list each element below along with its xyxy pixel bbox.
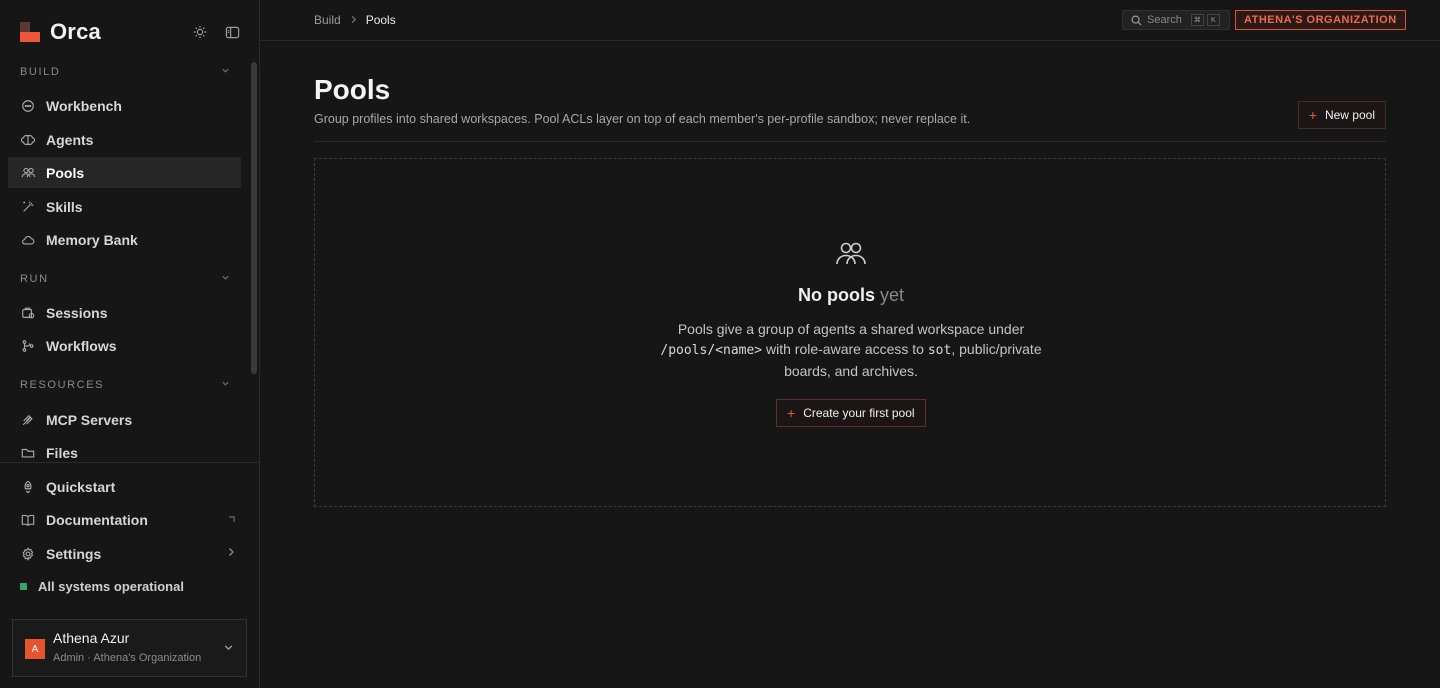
sun-icon[interactable] (190, 22, 210, 42)
sidebar-item-label: MCP Servers (46, 411, 133, 428)
app-name: Orca (50, 19, 101, 44)
section-run[interactable]: RUN (20, 269, 230, 289)
sidebar-item-workflows[interactable]: Workflows (8, 330, 241, 361)
user-name: Athena Azur (53, 630, 130, 646)
new-pool-label: New pool (1324, 108, 1375, 122)
empty-desc-part1: Pools give a group of agents a shared wo… (677, 321, 1025, 337)
breadcrumb-current: Pools (365, 13, 396, 27)
user-menu[interactable]: A Athena Azur Admin · Athena's Organizat… (12, 619, 247, 677)
sidebar-item-label: Files (46, 444, 78, 461)
section-run-label: RUN (20, 273, 49, 285)
session-icon (20, 305, 36, 321)
sidebar-item-agents[interactable]: Agents (8, 124, 241, 155)
search-label: Search (1147, 14, 1182, 26)
sidebar-item-label: Sessions (46, 304, 108, 321)
new-pool-button[interactable]: + New pool (1297, 101, 1386, 129)
plug-icon (20, 412, 36, 428)
sidebar-item-pools[interactable]: Pools (8, 157, 241, 188)
section-build[interactable]: BUILD (20, 62, 230, 82)
gear-icon (20, 546, 36, 562)
sidebar-item-label: Workflows (46, 337, 117, 354)
create-first-pool-label: Create your first pool (803, 406, 915, 420)
sidebar-item-label: Agents (46, 131, 94, 148)
topbar: Build Pools Search ⌘ K ATHENA'S ORGANIZA… (260, 0, 1440, 41)
empty-title-strong: No pools (797, 285, 875, 305)
search-icon (1131, 15, 1142, 26)
rocket-icon (20, 479, 36, 495)
brain-icon (20, 132, 36, 148)
empty-title-muted: yet (880, 285, 905, 305)
sidebar-bottom: Quickstart Documentation Settings All sy… (0, 462, 260, 688)
sidebar-item-mcp-servers[interactable]: MCP Servers (8, 404, 241, 435)
sidebar-item-settings[interactable]: Settings (8, 538, 241, 569)
sidebar-item-quickstart[interactable]: Quickstart (8, 471, 241, 502)
sidebar-item-label: Workbench (46, 97, 122, 114)
status-text: All systems operational (38, 579, 184, 594)
sidebar-item-sessions[interactable]: Sessions (8, 297, 241, 328)
workflow-icon (20, 338, 36, 354)
empty-state-description: Pools give a group of agents a shared wo… (641, 319, 1061, 381)
empty-state-title: No pools yet (315, 285, 1387, 306)
user-role-org: Admin · Athena's Organization (53, 652, 202, 664)
magic-wand-icon (20, 199, 36, 215)
folder-icon (20, 445, 36, 461)
empty-state: No pools yet Pools give a group of agent… (314, 158, 1386, 507)
kbd-cmd: ⌘ (1190, 14, 1204, 26)
chevron-down-icon (221, 379, 230, 391)
cloud-icon (20, 232, 36, 248)
section-resources-label: RESOURCES (20, 379, 105, 391)
sidebar-toggle-icon[interactable] (222, 22, 242, 42)
avatar: A (25, 639, 45, 659)
sidebar-nav[interactable]: BUILD Workbench Agents Pools Skills Memo… (0, 56, 260, 462)
sidebar-item-documentation[interactable]: Documentation (8, 504, 241, 535)
breadcrumb: Build Pools (314, 13, 396, 27)
users-icon (835, 241, 867, 272)
search-button[interactable]: Search ⌘ K (1122, 10, 1230, 30)
sidebar-item-label: Documentation (46, 511, 148, 528)
external-link-icon (228, 514, 235, 526)
sidebar-top-actions (190, 22, 242, 42)
sidebar-item-label: Memory Bank (46, 231, 138, 248)
empty-desc-code-sot: sot (927, 343, 952, 358)
sidebar: Orca BUILD Workbench Agents Pools Skills… (0, 0, 260, 688)
chevron-right-icon (350, 13, 357, 27)
chevron-down-icon (221, 66, 230, 78)
divider (314, 141, 1386, 142)
sidebar-scrollbar[interactable] (251, 62, 257, 374)
sidebar-item-memory-bank[interactable]: Memory Bank (8, 224, 241, 255)
sidebar-item-workbench[interactable]: Workbench (8, 90, 241, 121)
empty-desc-code-path: /pools/<name> (660, 343, 763, 358)
page-description: Group profiles into shared workspaces. P… (314, 112, 971, 126)
section-resources[interactable]: RESOURCES (20, 375, 230, 395)
system-status[interactable]: All systems operational (20, 579, 184, 594)
kbd-k: K (1206, 14, 1220, 26)
users-icon (20, 165, 36, 181)
empty-desc-part2: with role-aware access to (766, 341, 924, 357)
section-build-label: BUILD (20, 66, 61, 78)
sidebar-item-files[interactable]: Files (8, 437, 241, 462)
create-first-pool-button[interactable]: + Create your first pool (776, 399, 926, 427)
brand[interactable]: Orca (20, 19, 101, 44)
chevron-right-icon (227, 547, 235, 560)
chevron-down-icon (221, 273, 230, 285)
sidebar-item-label: Settings (46, 545, 102, 562)
plus-icon: + (1308, 107, 1317, 123)
status-dot-icon (20, 583, 27, 590)
sidebar-item-label: Pools (46, 164, 85, 181)
org-badge[interactable]: ATHENA'S ORGANIZATION (1235, 10, 1406, 30)
page-title: Pools (314, 74, 391, 105)
sidebar-item-label: Skills (46, 198, 83, 215)
sidebar-item-skills[interactable]: Skills (8, 191, 241, 222)
breadcrumb-build[interactable]: Build (314, 13, 341, 27)
chevron-down-icon (223, 640, 234, 658)
plus-icon: + (787, 405, 796, 421)
orca-logo-icon (20, 22, 40, 42)
book-icon (20, 512, 36, 528)
sidebar-item-label: Quickstart (46, 478, 116, 495)
chat-icon (20, 98, 36, 114)
